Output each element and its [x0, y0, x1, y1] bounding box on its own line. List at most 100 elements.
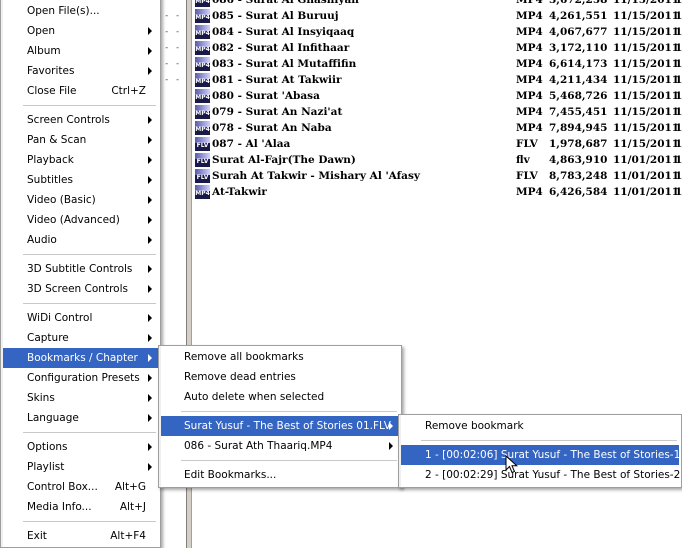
- menu-separator: [181, 411, 397, 412]
- file-row[interactable]: MP4 At-Takwir MP4 6,426,584 11/01/2011 1: [192, 184, 682, 200]
- chevron-right-icon: [148, 67, 152, 75]
- menu-item-label: Media Info...: [27, 501, 92, 513]
- file-type: FLV: [516, 170, 538, 182]
- menu-item-audio[interactable]: Audio: [3, 230, 158, 250]
- file-extra: 1: [675, 186, 682, 198]
- menu-item-skins[interactable]: Skins: [3, 388, 158, 408]
- file-extra: 1: [675, 26, 682, 38]
- menu-item-subtitles[interactable]: Subtitles: [3, 170, 158, 190]
- menu-item-media-info[interactable]: Media Info... Alt+J: [3, 497, 158, 517]
- file-type: MP4: [516, 26, 543, 38]
- menu-item-playback[interactable]: Playback: [3, 150, 158, 170]
- chevron-right-icon: [148, 156, 152, 164]
- menu-item-exit[interactable]: Exit Alt+F4: [3, 526, 158, 546]
- menu-item-widi-control[interactable]: WiDi Control: [3, 308, 158, 328]
- file-type: MP4: [516, 74, 543, 86]
- file-row[interactable]: MP4 086 - Surat Al Ghashiyah MP4 3,672,258 1…: [192, 0, 682, 8]
- file-row[interactable]: FLV Surat Al-Fajr(The Dawn) flv 4,863,910 11…: [192, 152, 682, 168]
- file-bookmark-item-2-00-02-29-surat-yusuf-the-best-of-stories-2[interactable]: 2 - [00:02:29] Surat Yusuf - The Best of…: [401, 465, 680, 485]
- file-name: 079 - Surat An Nazi'at: [212, 106, 343, 118]
- menu-item-video-advanced[interactable]: Video (Advanced): [3, 210, 158, 230]
- file-type: MP4: [516, 58, 543, 70]
- menu-item-label: Options: [27, 441, 68, 453]
- bookmark-menu-item-086-surat-ath-thaariq-mp4[interactable]: 086 - Surat Ath Thaariq.MP4: [161, 436, 399, 456]
- bookmark-menu-item-auto-delete-when-selected[interactable]: Auto delete when selected: [161, 387, 399, 407]
- menu-item-label: Auto delete when selected: [184, 391, 325, 403]
- menu-separator: [181, 460, 397, 461]
- menu-item-screen-controls[interactable]: Screen Controls: [3, 110, 158, 130]
- file-type: MP4: [516, 122, 543, 134]
- chevron-right-icon: [148, 314, 152, 322]
- file-row[interactable]: MP4 084 - Surat Al Insyiqaaq MP4 4,067,677 1…: [192, 24, 682, 40]
- menu-item-options[interactable]: Options: [3, 437, 158, 457]
- video-file-icon: MP4: [195, 105, 210, 119]
- video-file-icon: MP4: [195, 73, 210, 87]
- menu-item-capture[interactable]: Capture: [3, 328, 158, 348]
- video-file-icon: MP4: [195, 25, 210, 39]
- file-size: 3,172,110: [549, 42, 608, 54]
- chevron-right-icon: [148, 176, 152, 184]
- menu-item-language[interactable]: Language: [3, 408, 158, 428]
- menu-item-3d-screen-controls[interactable]: 3D Screen Controls: [3, 279, 158, 299]
- menu-separator: [23, 105, 156, 106]
- file-date: 11/15/2011: [613, 74, 680, 86]
- file-size: 6,426,584: [549, 186, 608, 198]
- file-bookmark-item-remove-bookmark[interactable]: Remove bookmark: [401, 416, 679, 436]
- bookmark-menu-item-surat-yusuf-the-best-of-stories-01-flv[interactable]: Surat Yusuf - The Best of Stories 01.FLV: [161, 416, 399, 436]
- menu-item-album[interactable]: Album: [3, 41, 158, 61]
- menu-item-close-file[interactable]: Close File Ctrl+Z: [3, 81, 158, 101]
- file-extra: 1: [675, 58, 682, 70]
- file-row[interactable]: MP4 081 - Surat At Takwiir MP4 4,211,434 11/…: [192, 72, 682, 88]
- file-name: 087 - Al 'Alaa: [212, 138, 291, 150]
- main-context-menu: Open File(s)... Open Album Favorites Close F…: [0, 0, 161, 548]
- menu-item-label: Close File: [27, 85, 77, 97]
- file-extra: 1: [675, 74, 682, 86]
- video-file-icon: FLV: [195, 137, 210, 151]
- bookmark-menu-item-remove-dead-entries[interactable]: Remove dead entries: [161, 367, 399, 387]
- file-row[interactable]: MP4 085 - Surat Al Buruuj MP4 4,261,551 11/1…: [192, 8, 682, 24]
- menu-item-label: Capture: [27, 332, 69, 344]
- file-row[interactable]: FLV Surah At Takwir - Mishary Al 'Afasy FL…: [192, 168, 682, 184]
- menu-item-label: Remove all bookmarks: [184, 351, 304, 363]
- menu-item-label: Configuration Presets: [27, 372, 140, 384]
- menu-item-video-basic[interactable]: Video (Basic): [3, 190, 158, 210]
- menu-item-3d-subtitle-controls[interactable]: 3D Subtitle Controls: [3, 259, 158, 279]
- file-row[interactable]: MP4 080 - Surat 'Abasa MP4 5,468,726 11/15/2…: [192, 88, 682, 104]
- file-date: 11/15/2011: [613, 0, 680, 6]
- file-name: 080 - Surat 'Abasa: [212, 90, 320, 102]
- video-file-icon: MP4: [195, 9, 210, 23]
- file-extra: 1: [675, 122, 682, 134]
- menu-item-favorites[interactable]: Favorites: [3, 61, 158, 81]
- file-bookmark-item-1-00-02-06-surat-yusuf-the-best-of-stories-1[interactable]: 1 - [00:02:06] Surat Yusuf - The Best of…: [401, 445, 680, 465]
- chevron-right-icon: [148, 374, 152, 382]
- menu-item-label: Remove bookmark: [425, 420, 524, 432]
- file-row[interactable]: MP4 078 - Surat An Naba MP4 7,894,945 11/15/…: [192, 120, 682, 136]
- menu-item-configuration-presets[interactable]: Configuration Presets: [3, 368, 158, 388]
- bookmark-menu-item-edit-bookmarks[interactable]: Edit Bookmarks...: [161, 465, 399, 485]
- file-date: 11/15/2011: [613, 106, 680, 118]
- menu-item-open[interactable]: Open: [3, 21, 158, 41]
- bookmark-menu-item-remove-all-bookmarks[interactable]: Remove all bookmarks: [161, 347, 399, 367]
- file-row[interactable]: MP4 083 - Surat Al Mutaffifin MP4 6,614,173…: [192, 56, 682, 72]
- file-date: 11/01/2011: [613, 170, 680, 182]
- chevron-right-icon: [148, 236, 152, 244]
- file-row[interactable]: MP4 082 - Surat Al Infithaar MP4 3,172,110 1…: [192, 40, 682, 56]
- menu-item-pan-scan[interactable]: Pan & Scan: [3, 130, 158, 150]
- file-row[interactable]: MP4 079 - Surat An Nazi'at MP4 7,455,451 11/…: [192, 104, 682, 120]
- file-size: 1,978,687: [549, 138, 608, 150]
- file-row[interactable]: FLV 087 - Al 'Alaa FLV 1,978,687 11/15/2011 1: [192, 136, 682, 152]
- file-type: flv: [516, 154, 530, 166]
- menu-item-shortcut: Ctrl+Z: [111, 85, 146, 97]
- file-extra: 1: [675, 90, 682, 102]
- menu-item-label: Skins: [27, 392, 55, 404]
- menu-item-label: Video (Basic): [27, 194, 96, 206]
- menu-item-playlist[interactable]: Playlist: [3, 457, 158, 477]
- menu-item-bookmarks-chapter[interactable]: Bookmarks / Chapter: [3, 348, 158, 368]
- menu-item-label: 3D Screen Controls: [27, 283, 128, 295]
- menu-item-label: 086 - Surat Ath Thaariq.MP4: [184, 440, 333, 452]
- menu-item-control-box[interactable]: Control Box... Alt+G: [3, 477, 158, 497]
- menu-item-open-file-s[interactable]: Open File(s)...: [3, 1, 158, 21]
- tree-connectors: - -- -- -- -- -: [164, 11, 181, 85]
- arrow-cursor-icon: [505, 455, 519, 474]
- file-size: 8,783,248: [549, 170, 608, 182]
